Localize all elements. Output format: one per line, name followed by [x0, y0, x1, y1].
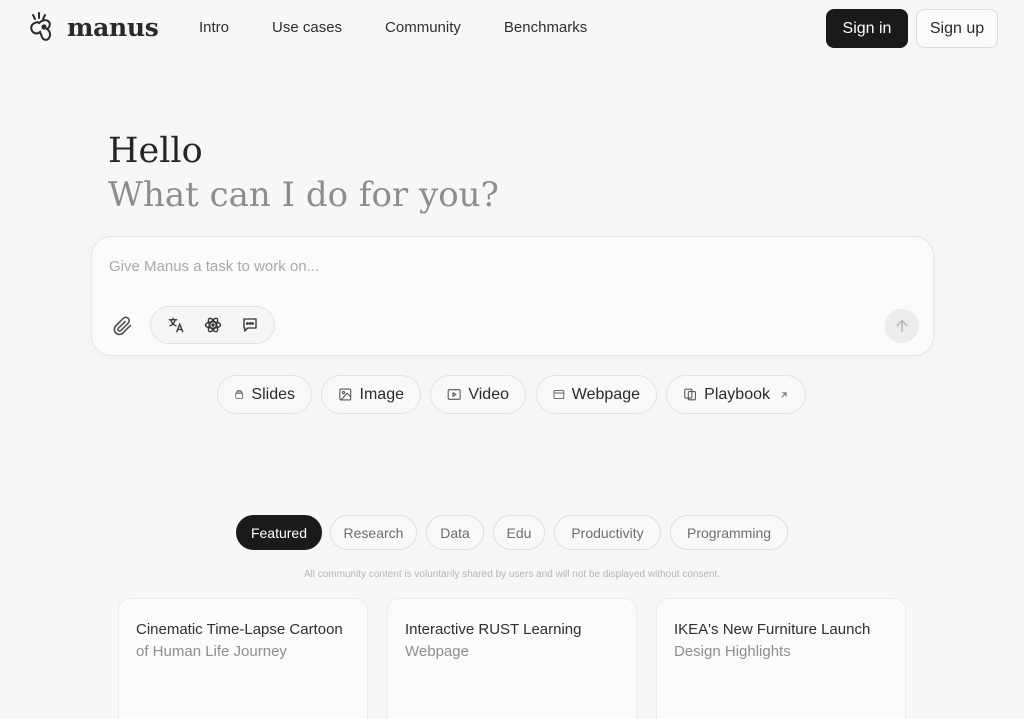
arrow-up-right-icon — [781, 391, 787, 398]
layers-icon — [235, 390, 244, 399]
arrow-up-icon — [896, 319, 908, 333]
translate-icon — [168, 317, 183, 333]
playbook-chip[interactable]: Playbook — [666, 375, 806, 414]
use-case-card[interactable]: Cinematic Time-Lapse Cartoon of Human Li… — [118, 598, 368, 719]
card-subtitle: Design Highlights — [674, 643, 791, 660]
tab-productivity[interactable]: Productivity — [554, 515, 661, 550]
task-composer — [91, 236, 934, 356]
card-title: Cinematic Time-Lapse Cartoon — [136, 621, 343, 638]
mode-chat[interactable] — [237, 312, 263, 338]
logo[interactable]: manus — [27, 10, 159, 44]
task-input[interactable] — [109, 255, 889, 277]
webpage-chip[interactable]: Webpage — [536, 375, 657, 414]
sign-in-button[interactable]: Sign in — [826, 9, 908, 48]
atom-icon — [204, 317, 221, 333]
use-case-card[interactable]: IKEA's New Furniture Launch Design Highl… — [656, 598, 906, 719]
tab-programming[interactable]: Programming — [670, 515, 788, 550]
top-bar: manus Intro Use cases Community Benchmar… — [0, 0, 1024, 58]
logo-text: manus — [67, 12, 159, 42]
playbook-label: Playbook — [704, 385, 770, 403]
video-icon — [447, 389, 461, 400]
slides-chip[interactable]: Slides — [217, 375, 312, 414]
mode-selector — [150, 306, 275, 344]
paperclip-icon[interactable] — [112, 315, 134, 337]
nav-community[interactable]: Community — [385, 19, 461, 36]
main-nav: Intro Use cases Community Benchmarks — [199, 19, 630, 36]
tab-research[interactable]: Research — [330, 515, 417, 550]
playbook-icon — [684, 388, 696, 401]
greeting-heading: Hello — [108, 131, 203, 171]
tab-data[interactable]: Data — [426, 515, 484, 550]
image-label: Image — [359, 385, 404, 403]
card-title: Interactive RUST Learning — [405, 621, 582, 638]
card-subtitle: of Human Life Journey — [136, 643, 287, 660]
nav-intro[interactable]: Intro — [199, 19, 229, 36]
mode-agent[interactable] — [163, 312, 189, 338]
chat-bubble-icon — [242, 318, 257, 332]
sign-up-button[interactable]: Sign up — [916, 9, 998, 48]
nav-use-cases[interactable]: Use cases — [272, 19, 342, 36]
video-chip[interactable]: Video — [430, 375, 526, 414]
tab-edu[interactable]: Edu — [493, 515, 545, 550]
card-subtitle: Webpage — [405, 643, 469, 660]
send-button[interactable] — [885, 309, 919, 343]
card-title: IKEA's New Furniture Launch — [674, 621, 871, 638]
image-icon — [339, 388, 352, 401]
browser-window-icon — [553, 390, 565, 399]
mode-research[interactable] — [200, 312, 226, 338]
slides-label: Slides — [251, 385, 295, 403]
community-disclaimer: All community content is voluntarily sha… — [303, 569, 721, 580]
webpage-label: Webpage — [571, 385, 640, 403]
manus-logo-icon — [30, 12, 52, 41]
tab-featured[interactable]: Featured — [236, 515, 322, 550]
question-heading: What can I do for you? — [108, 175, 499, 215]
image-chip[interactable]: Image — [321, 375, 421, 414]
nav-benchmarks[interactable]: Benchmarks — [504, 19, 587, 36]
video-label: Video — [468, 385, 509, 403]
use-case-card[interactable]: Interactive RUST Learning Webpage — [387, 598, 637, 719]
